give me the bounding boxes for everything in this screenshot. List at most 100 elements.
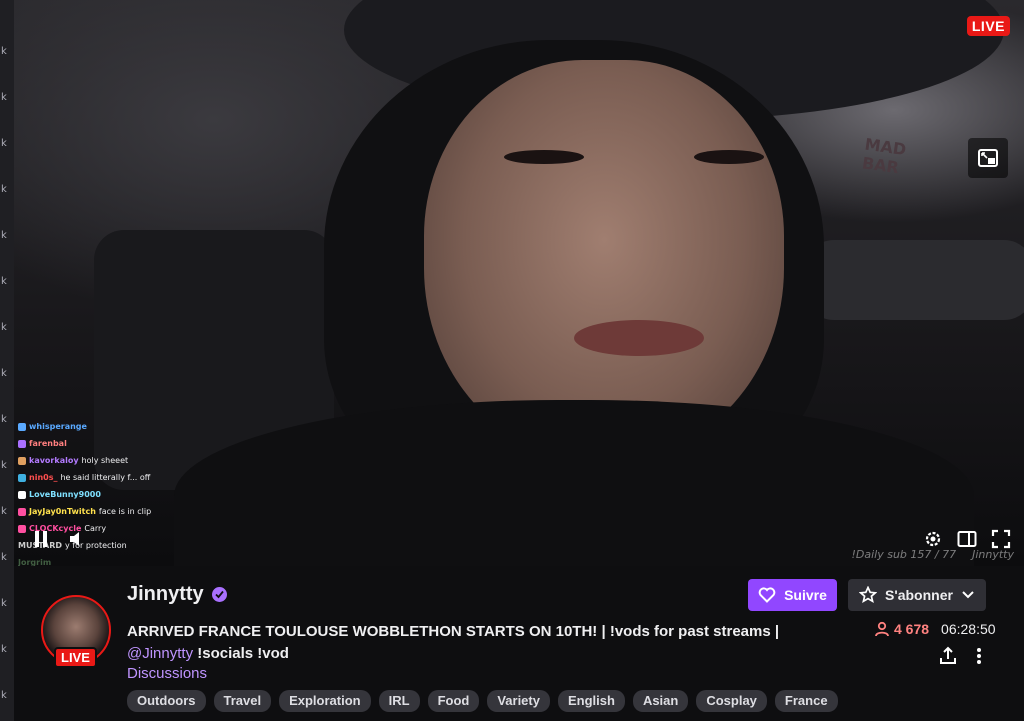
- stream-stats: 4 678 06:28:50: [874, 621, 996, 637]
- chat-line: whisperange: [18, 418, 168, 435]
- verified-icon: [211, 587, 227, 602]
- channel-name[interactable]: Jinnytty: [127, 583, 204, 606]
- chat-line: farenbal: [18, 435, 168, 452]
- settings-button[interactable]: [922, 528, 944, 550]
- chat-username[interactable]: kavorkaloy: [29, 452, 79, 469]
- player-controls-right: [922, 528, 1012, 550]
- channel-actions: [938, 646, 982, 671]
- category-link[interactable]: Discussions: [127, 665, 207, 682]
- sidebar-item-marker[interactable]: k: [1, 414, 7, 425]
- chat-username[interactable]: LoveBunny9000: [29, 486, 101, 503]
- chevron-down-icon: [962, 591, 974, 599]
- pause-button[interactable]: [30, 528, 52, 550]
- tag-cosplay[interactable]: Cosplay: [696, 690, 767, 712]
- chat-message: holy sheeet: [81, 456, 129, 465]
- fullscreen-button[interactable]: [990, 528, 1012, 550]
- tag-asian[interactable]: Asian: [632, 690, 689, 712]
- sidebar-item-marker[interactable]: k: [1, 322, 7, 333]
- chat-username[interactable]: Jorgrim: [18, 554, 51, 566]
- gear-icon: [925, 531, 941, 547]
- sidebar-item-marker[interactable]: k: [1, 598, 7, 609]
- chat-line: nin0s_ he said litterally f... off: [18, 469, 168, 486]
- stream-uptime: 06:28:50: [941, 621, 996, 637]
- tag-france[interactable]: France: [774, 690, 838, 712]
- stream-overlay-text: !Daily sub 157 / 77 Jinnytty: [851, 548, 1014, 561]
- chat-badge-icon: [18, 439, 26, 448]
- video-scene-mouth: [574, 320, 704, 356]
- chat-badge-icon: [18, 507, 26, 516]
- chat-badge-icon: [18, 422, 26, 431]
- sidebar-item-marker[interactable]: k: [1, 92, 7, 103]
- tag-list: Outdoors Travel Exploration IRL Food Var…: [127, 690, 838, 712]
- chat-message: he said litterally f... off: [60, 473, 151, 482]
- chat-badge-icon: [18, 473, 26, 482]
- daily-sub-counter: !Daily sub 157 / 77: [851, 548, 957, 561]
- chat-username[interactable]: farenbal: [29, 435, 67, 452]
- chat-username[interactable]: whisperange: [29, 418, 87, 435]
- sidebar-item-marker[interactable]: k: [1, 460, 7, 471]
- stream-title-commands: !socials !vod: [193, 645, 289, 662]
- video-scene-headrest: [804, 240, 1024, 320]
- sidebar-item-marker[interactable]: k: [1, 46, 7, 57]
- sidebar-item-marker[interactable]: k: [1, 138, 7, 149]
- volume-icon: [70, 532, 79, 546]
- player-controls-left: [30, 528, 88, 550]
- channel-name-row: Jinnytty: [127, 583, 227, 606]
- chat-badge-icon: [18, 524, 26, 533]
- chat-line: Jorgrim: [18, 554, 168, 566]
- live-badge: LIVE: [966, 16, 1010, 36]
- chat-username[interactable]: JayJay0nTwitch: [29, 503, 96, 520]
- viewer-count: 4 678: [874, 621, 929, 637]
- subscribe-button-label: S'abonner: [885, 587, 953, 603]
- channel-info-panel: LIVE Jinnytty ARRIVED FRANCE TOULOUSE WO…: [14, 566, 1024, 721]
- sidebar-item-marker[interactable]: k: [1, 276, 7, 287]
- tag-english[interactable]: English: [557, 690, 625, 712]
- chat-username[interactable]: nin0s_: [29, 469, 57, 486]
- tag-travel[interactable]: Travel: [213, 690, 272, 712]
- theatre-mode-icon: [957, 531, 977, 547]
- chat-line: LoveBunny9000: [18, 486, 168, 503]
- tag-variety[interactable]: Variety: [487, 690, 550, 712]
- chat-badge-icon: [18, 490, 26, 499]
- follow-button[interactable]: Suivre: [748, 579, 837, 611]
- tag-outdoors[interactable]: Outdoors: [127, 690, 206, 712]
- avatar-live-badge: LIVE: [54, 647, 97, 668]
- chat-message: face is in clip: [98, 507, 152, 516]
- chat-line: kavorkaloy holy sheeet: [18, 452, 168, 469]
- video-player[interactable]: MAD BAR LIVE whisperange farenbal kavork…: [14, 0, 1024, 566]
- share-icon: [940, 646, 956, 664]
- more-options-button[interactable]: [976, 647, 982, 670]
- viewer-person-icon: [875, 621, 889, 637]
- share-button[interactable]: [938, 646, 958, 671]
- sidebar-item-marker[interactable]: k: [1, 230, 7, 241]
- stream-watermark: Jinnytty: [972, 548, 1014, 561]
- channel-avatar[interactable]: LIVE: [41, 595, 111, 668]
- theatre-mode-button[interactable]: [956, 528, 978, 550]
- volume-button[interactable]: [66, 528, 88, 550]
- video-scene-eye: [504, 150, 584, 164]
- tag-irl[interactable]: IRL: [378, 690, 420, 712]
- sidebar-item-marker[interactable]: k: [1, 368, 7, 379]
- picture-in-picture-button[interactable]: [968, 138, 1008, 178]
- sidebar-item-marker[interactable]: k: [1, 184, 7, 195]
- subscribe-button[interactable]: S'abonner: [848, 579, 986, 611]
- sidebar-item-marker[interactable]: k: [1, 644, 7, 655]
- chat-badge-icon: [18, 456, 26, 465]
- chat-line: JayJay0nTwitch face is in clip: [18, 503, 168, 520]
- pause-icon: [35, 531, 47, 547]
- follow-button-label: Suivre: [784, 587, 827, 603]
- tag-food[interactable]: Food: [427, 690, 480, 712]
- sidebar-item-marker[interactable]: k: [1, 690, 7, 701]
- tag-exploration[interactable]: Exploration: [279, 690, 371, 712]
- heart-icon: [758, 587, 776, 603]
- picture-in-picture-icon: [978, 149, 998, 167]
- sidebar-item-marker[interactable]: k: [1, 552, 7, 563]
- stream-title: ARRIVED FRANCE TOULOUSE WOBBLETHON START…: [127, 621, 787, 665]
- video-scene-eye: [694, 150, 764, 164]
- kebab-menu-icon: [977, 648, 981, 664]
- stream-title-mention-link[interactable]: @Jinnytty: [127, 645, 193, 662]
- viewer-count-value: 4 678: [894, 621, 930, 637]
- stream-title-text: ARRIVED FRANCE TOULOUSE WOBBLETHON START…: [127, 623, 780, 640]
- sidebar-item-marker[interactable]: k: [1, 506, 7, 517]
- fullscreen-icon: [991, 529, 1011, 549]
